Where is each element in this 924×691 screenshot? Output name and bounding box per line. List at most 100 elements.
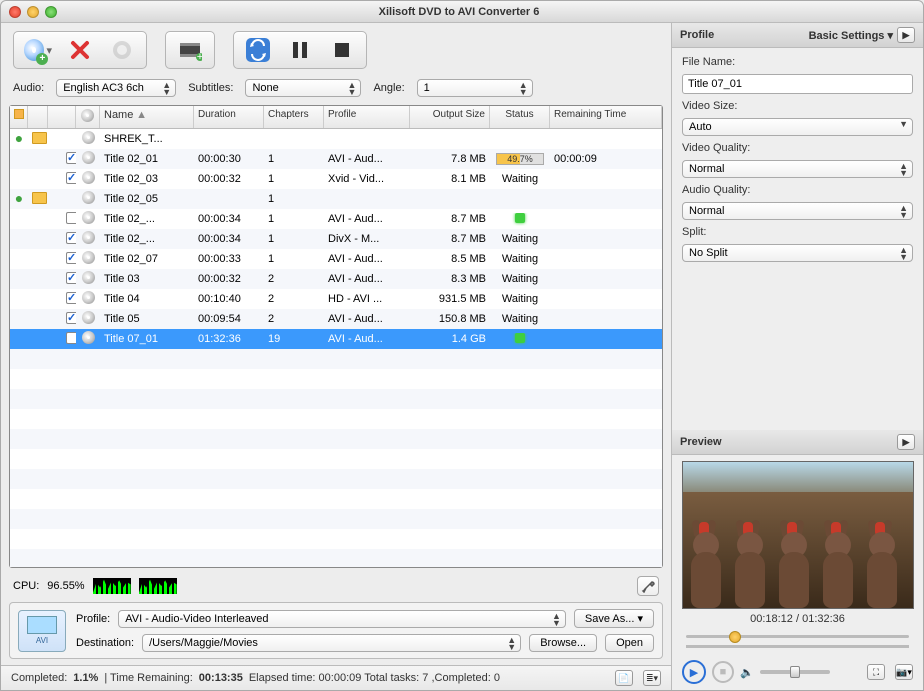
open-button[interactable]: Open — [605, 634, 654, 652]
checkbox[interactable] — [66, 272, 76, 284]
table-row[interactable]: Title 02_0700:00:331AVI - Aud...8.5 MBWa… — [10, 249, 662, 269]
disc-icon — [82, 151, 95, 164]
preview-expand-button[interactable]: ▶ — [897, 434, 915, 450]
preview-video[interactable] — [682, 461, 914, 609]
volume-slider[interactable] — [760, 670, 830, 674]
cell-duration: 00:00:32 — [194, 273, 264, 285]
videosize-select[interactable]: Auto▼ — [682, 118, 913, 136]
cell-output: 8.7 MB — [410, 213, 490, 225]
add-disc-button[interactable]: +▾ — [24, 36, 52, 64]
fullscreen-button[interactable]: ⛶ — [867, 664, 885, 680]
table-row[interactable]: Title 0300:00:322AVI - Aud...8.3 MBWaiti… — [10, 269, 662, 289]
log-button[interactable]: 📄 — [615, 670, 633, 686]
cell-duration: 00:00:32 — [194, 173, 264, 185]
checkbox[interactable] — [66, 152, 76, 164]
col-status[interactable]: Status — [490, 106, 550, 128]
table-row[interactable]: Title 02_...00:00:341AVI - Aud...8.7 MB — [10, 209, 662, 229]
cell-remaining: 00:00:09 — [550, 153, 662, 165]
basic-settings-dropdown[interactable]: Basic Settings ▾ — [809, 29, 893, 42]
split-label: Split: — [682, 226, 913, 238]
pause-button[interactable] — [286, 36, 314, 64]
subtitles-select[interactable]: None▲▼ — [245, 79, 361, 97]
table-row[interactable]: ● SHREK_T... — [10, 129, 662, 149]
collapse-icon[interactable]: ● — [15, 133, 23, 146]
cell-name: SHREK_T... — [100, 133, 194, 145]
disc-icon — [82, 311, 95, 324]
table-row[interactable]: Title 0400:10:402HD - AVI ...931.5 MBWai… — [10, 289, 662, 309]
minimize-window-button[interactable] — [27, 6, 39, 18]
videoquality-label: Video Quality: — [682, 142, 913, 154]
save-as-button[interactable]: Save As... ▾ — [574, 609, 654, 628]
browse-button[interactable]: Browse... — [529, 634, 597, 652]
cell-status: Waiting — [490, 293, 550, 305]
profile-select[interactable]: AVI - Audio-Video Interleaved▲▼ — [118, 610, 566, 628]
settings-button[interactable] — [637, 576, 659, 596]
preview-slider[interactable] — [686, 629, 909, 643]
cell-name: Title 07_01 — [100, 333, 194, 345]
play-button[interactable]: ▶ — [682, 660, 706, 684]
profile-next-button[interactable]: ▶ — [897, 27, 915, 43]
cell-status: 49.7% — [490, 153, 550, 165]
titlebar: Xilisoft DVD to AVI Converter 6 — [1, 1, 923, 23]
col-chapters[interactable]: Chapters — [264, 106, 324, 128]
col-output[interactable]: Output Size — [410, 106, 490, 128]
audioquality-select[interactable]: Normal▲▼ — [682, 202, 913, 220]
checkbox[interactable] — [66, 212, 76, 224]
close-window-button[interactable] — [9, 6, 21, 18]
delete-button[interactable] — [66, 36, 94, 64]
cell-profile: AVI - Aud... — [324, 253, 410, 265]
preview-stop-button[interactable]: ■ — [712, 661, 734, 683]
checkbox[interactable] — [66, 292, 76, 304]
convert-button[interactable] — [244, 36, 272, 64]
angle-select[interactable]: 1▲▼ — [417, 79, 533, 97]
checkbox[interactable] — [66, 332, 76, 344]
col-profile[interactable]: Profile — [324, 106, 410, 128]
col-name[interactable]: Name ▲ — [100, 106, 194, 128]
zoom-window-button[interactable] — [45, 6, 57, 18]
cell-chapters: 1 — [264, 153, 324, 165]
cell-status: Waiting — [490, 253, 550, 265]
collapse-icon[interactable]: ● — [15, 193, 23, 206]
window-controls — [9, 6, 57, 18]
cpu-row: CPU: 96.55% — [1, 574, 671, 602]
col-remaining[interactable]: Remaining Time — [550, 106, 662, 128]
table-row[interactable]: Title 02_0300:00:321Xvid - Vid...8.1 MBW… — [10, 169, 662, 189]
cell-name: Title 02_07 — [100, 253, 194, 265]
checkbox[interactable] — [66, 172, 76, 184]
col-duration[interactable]: Duration — [194, 106, 264, 128]
split-select[interactable]: No Split▲▼ — [682, 244, 913, 262]
cell-chapters: 1 — [264, 193, 324, 205]
angle-label: Angle: — [373, 82, 404, 94]
audio-select[interactable]: English AC3 6ch▲▼ — [56, 79, 176, 97]
table-row[interactable]: Title 02_...00:00:341DivX - M...8.7 MBWa… — [10, 229, 662, 249]
destination-select[interactable]: /Users/Maggie/Movies▲▼ — [142, 634, 521, 652]
checkbox[interactable] — [66, 252, 76, 264]
checkbox[interactable] — [66, 232, 76, 244]
videoquality-select[interactable]: Normal▲▼ — [682, 160, 913, 178]
cell-name: Title 02_03 — [100, 173, 194, 185]
volume-icon[interactable]: 🔈 — [740, 666, 754, 679]
checkbox[interactable] — [66, 312, 76, 324]
cpu-label: CPU: — [13, 580, 39, 592]
table-row[interactable]: Title 0500:09:542AVI - Aud...150.8 MBWai… — [10, 309, 662, 329]
cell-profile: AVI - Aud... — [324, 153, 410, 165]
stop-button[interactable] — [328, 36, 356, 64]
col-expand[interactable] — [10, 106, 28, 128]
disc-icon — [82, 251, 95, 264]
filename-input[interactable] — [682, 74, 913, 94]
cell-name: Title 04 — [100, 293, 194, 305]
table-row[interactable]: Title 07_0101:32:3619AVI - Aud...1.4 GB — [10, 329, 662, 349]
cpu-graph-2 — [139, 578, 177, 594]
info-button[interactable] — [108, 36, 136, 64]
cell-duration: 00:00:34 — [194, 233, 264, 245]
table-row[interactable]: Title 02_0100:00:301AVI - Aud...7.8 MB49… — [10, 149, 662, 169]
clip-button[interactable]: + — [176, 36, 204, 64]
preview-panel-header: Preview ▶ — [672, 430, 923, 455]
table-row[interactable]: ●Title 02_051 — [10, 189, 662, 209]
snapshot-button[interactable]: 📷▾ — [895, 664, 913, 680]
cell-chapters: 1 — [264, 173, 324, 185]
cell-status: Waiting — [490, 313, 550, 325]
actions-button[interactable]: ≣▾ — [643, 670, 661, 686]
cell-chapters: 1 — [264, 233, 324, 245]
cpu-value: 96.55% — [47, 580, 84, 592]
